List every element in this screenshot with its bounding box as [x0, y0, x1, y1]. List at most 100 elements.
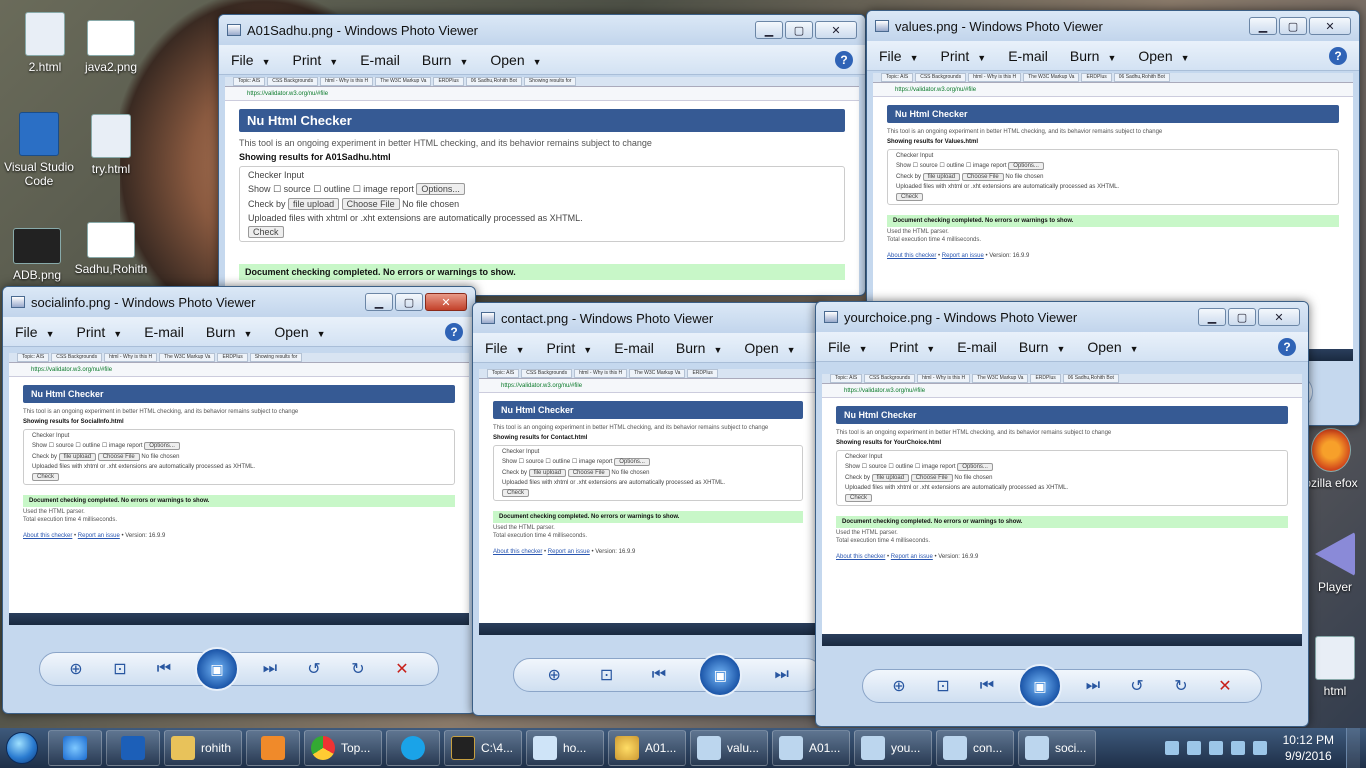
close-button[interactable]: ✕	[1258, 308, 1300, 326]
minimize-button[interactable]: ▁	[365, 293, 393, 311]
close-button[interactable]: ✕	[425, 293, 467, 311]
help-icon[interactable]: ?	[1278, 337, 1296, 356]
menu-burn[interactable]: Burn ▼	[1070, 48, 1117, 64]
help-icon[interactable]: ?	[835, 50, 853, 69]
check-by-row: Check by file upload Choose File No file…	[502, 469, 650, 477]
zoom-icon[interactable]: ⊕	[541, 665, 567, 685]
delete-icon[interactable]: ✕	[389, 659, 415, 679]
taskbar-skype[interactable]	[386, 730, 440, 766]
menu-print[interactable]: Print ▼	[940, 48, 986, 64]
menu-burn[interactable]: Burn ▼	[206, 324, 253, 340]
battery-icon[interactable]	[1208, 741, 1223, 755]
desktop-icon-java2-png[interactable]: java2.png	[66, 20, 156, 74]
show-desktop-button[interactable]	[1346, 728, 1360, 768]
title-bar[interactable]: contact.png - Windows Photo Viewer	[473, 303, 823, 333]
minimize-button[interactable]: ▁	[755, 21, 783, 39]
slideshow-icon[interactable]: ▣	[698, 653, 743, 697]
title-bar[interactable]: values.png - Windows Photo Viewer ▁ ▢ ✕	[867, 11, 1359, 41]
delete-icon[interactable]: ✕	[1212, 676, 1238, 696]
desktop-icon-sadhu-rohith[interactable]: Sadhu,Rohith	[66, 222, 156, 276]
taskbar-item-socialinfo[interactable]: soci...	[1018, 730, 1096, 766]
menu-open[interactable]: Open ▼	[744, 340, 795, 356]
previous-icon[interactable]: ⏮	[646, 666, 672, 684]
clock[interactable]: 10:12 PM 9/9/2016	[1283, 732, 1334, 764]
photo-viewer-window-socialinfo[interactable]: socialinfo.png - Windows Photo Viewer ▁ …	[2, 286, 476, 714]
network-icon[interactable]	[1164, 741, 1179, 755]
actual-size-icon[interactable]: ⊡	[594, 665, 620, 685]
menu-print[interactable]: Print ▼	[546, 340, 592, 356]
maximize-button[interactable]: ▢	[1279, 17, 1307, 35]
maximize-button[interactable]: ▢	[1228, 308, 1256, 326]
maximize-button[interactable]: ▢	[785, 21, 813, 39]
menu-file[interactable]: File ▼	[231, 52, 270, 68]
taskbar-media-player[interactable]	[246, 730, 300, 766]
menu-open[interactable]: Open ▼	[274, 324, 325, 340]
menu-open[interactable]: Open ▼	[490, 52, 541, 68]
menu-email[interactable]: E-mail	[957, 339, 997, 355]
rotate-right-icon[interactable]: ↻	[345, 659, 371, 679]
start-button[interactable]	[0, 729, 44, 767]
minimize-button[interactable]: ▁	[1249, 17, 1277, 35]
taskbar-item-rohith[interactable]: rohith	[164, 730, 242, 766]
menu-print[interactable]: Print ▼	[76, 324, 122, 340]
menu-open[interactable]: Open ▼	[1138, 48, 1189, 64]
menu-file[interactable]: File ▼	[879, 48, 918, 64]
taskbar-item-contact[interactable]: con...	[936, 730, 1014, 766]
taskbar-item-cmd[interactable]: C:\4...	[444, 730, 522, 766]
menu-print[interactable]: Print ▼	[292, 52, 338, 68]
menu-open[interactable]: Open ▼	[1087, 339, 1138, 355]
photo-viewer-window-a01sadhu[interactable]: A01Sadhu.png - Windows Photo Viewer ▁ ▢ …	[218, 14, 866, 296]
menu-burn[interactable]: Burn ▼	[422, 52, 469, 68]
menu-file[interactable]: File ▼	[485, 340, 524, 356]
image-file-icon	[87, 20, 135, 56]
signal-icon[interactable]	[1230, 741, 1245, 755]
help-icon[interactable]: ?	[1329, 46, 1347, 65]
photo-viewer-window-contact[interactable]: contact.png - Windows Photo Viewer File ▼…	[472, 302, 824, 716]
rotate-right-icon[interactable]: ↻	[1168, 676, 1194, 696]
taskbar-item-notepad[interactable]: ho...	[526, 730, 604, 766]
rotate-left-icon[interactable]: ↺	[1124, 676, 1150, 696]
menu-email[interactable]: E-mail	[1008, 48, 1048, 64]
desktop-icon-try-html[interactable]: try.html	[66, 114, 156, 176]
chevron-down-icon: ▼	[713, 344, 723, 355]
next-icon[interactable]: ⏭	[1080, 677, 1106, 695]
action-center-icon[interactable]	[1186, 741, 1201, 755]
zoom-icon[interactable]: ⊕	[886, 676, 912, 696]
menu-email[interactable]: E-mail	[360, 52, 400, 68]
help-icon[interactable]: ?	[445, 322, 463, 341]
taskbar-item-chrome[interactable]: Top...	[304, 730, 382, 766]
maximize-button[interactable]: ▢	[395, 293, 423, 311]
menu-burn[interactable]: Burn ▼	[1019, 339, 1066, 355]
taskbar-item-a01[interactable]: A01...	[772, 730, 850, 766]
rotate-left-icon[interactable]: ↺	[301, 659, 327, 679]
previous-icon[interactable]: ⏮	[974, 677, 1000, 695]
photo-viewer-window-yourchoice[interactable]: yourchoice.png - Windows Photo Viewer ▁ …	[815, 301, 1309, 727]
menu-file[interactable]: File ▼	[15, 324, 54, 340]
title-bar[interactable]: A01Sadhu.png - Windows Photo Viewer ▁ ▢ …	[219, 15, 865, 45]
next-icon[interactable]: ⏭	[257, 660, 283, 678]
taskbar-item-paint[interactable]: A01...	[608, 730, 686, 766]
close-button[interactable]: ✕	[815, 21, 857, 39]
slideshow-icon[interactable]: ▣	[1018, 664, 1062, 708]
taskbar-outlook[interactable]	[106, 730, 160, 766]
actual-size-icon[interactable]: ⊡	[107, 659, 133, 679]
close-button[interactable]: ✕	[1309, 17, 1351, 35]
zoom-icon[interactable]: ⊕	[63, 659, 89, 679]
title-bar[interactable]: socialinfo.png - Windows Photo Viewer ▁ …	[3, 287, 475, 317]
menu-email[interactable]: E-mail	[144, 324, 184, 340]
menu-file[interactable]: File ▼	[828, 339, 867, 355]
title-bar[interactable]: yourchoice.png - Windows Photo Viewer ▁ …	[816, 302, 1308, 332]
next-icon[interactable]: ⏭	[769, 666, 795, 684]
previous-icon[interactable]: ⏮	[151, 660, 177, 678]
actual-size-icon[interactable]: ⊡	[930, 676, 956, 696]
menu-print[interactable]: Print ▼	[889, 339, 935, 355]
taskbar-item-yourchoice[interactable]: you...	[854, 730, 932, 766]
browser-tab: CSS Backgrounds	[267, 77, 319, 86]
taskbar-item-values[interactable]: valu...	[690, 730, 768, 766]
slideshow-icon[interactable]: ▣	[195, 647, 239, 691]
volume-icon[interactable]	[1252, 741, 1267, 755]
menu-email[interactable]: E-mail	[614, 340, 654, 356]
taskbar-internet-explorer[interactable]	[48, 730, 102, 766]
menu-burn[interactable]: Burn ▼	[676, 340, 723, 356]
minimize-button[interactable]: ▁	[1198, 308, 1226, 326]
